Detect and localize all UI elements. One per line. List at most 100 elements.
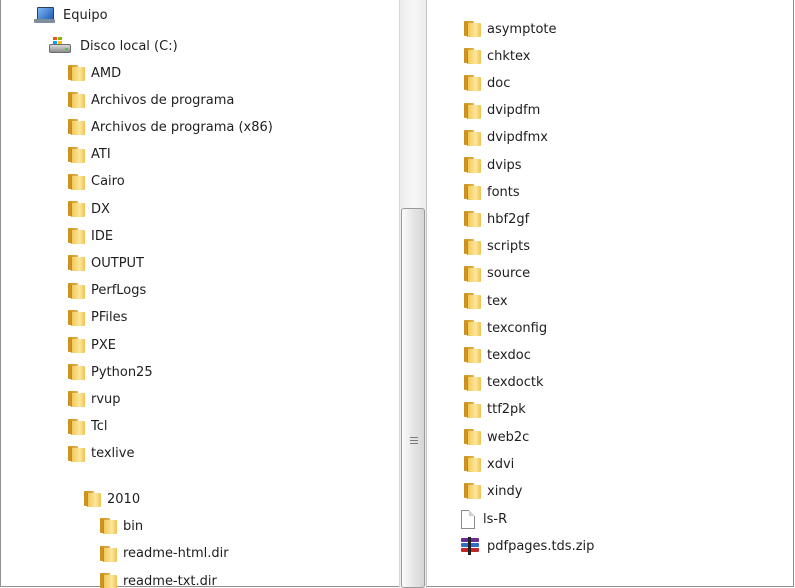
file-list-folder[interactable]: dvips — [462, 154, 522, 176]
folder-icon — [82, 491, 101, 507]
item-label: source — [487, 266, 531, 282]
item-label: PXE — [91, 337, 116, 353]
tree-item-folder[interactable]: readme-txt.dir — [98, 570, 217, 588]
item-label: ttf2pk — [487, 402, 526, 418]
item-label: fonts — [487, 184, 520, 200]
item-label: ATI — [91, 147, 111, 163]
folder-icon — [66, 228, 85, 245]
item-label: scripts — [487, 239, 530, 255]
item-label: rvup — [91, 391, 121, 407]
tree-item-folder[interactable]: readme-html.dir — [98, 543, 229, 565]
item-label: dvipdfmx — [487, 130, 548, 146]
file-list-folder[interactable]: dvipdfm — [462, 100, 540, 122]
tree-item-folder[interactable]: texlive — [66, 443, 134, 465]
file-list-folder[interactable]: doc — [462, 72, 510, 94]
folder-icon — [66, 309, 85, 326]
file-list-file[interactable]: pdfpages.tds.zip — [460, 535, 594, 557]
folder-icon — [462, 129, 481, 146]
item-label: bin — [123, 518, 144, 534]
folder-icon — [462, 157, 481, 173]
item-label: Archivos de programa — [91, 92, 235, 108]
tree-item-folder[interactable]: bin — [98, 515, 143, 537]
file-list-folder[interactable]: web2c — [462, 426, 529, 448]
file-list-folder[interactable]: fonts — [462, 181, 520, 203]
file-list-folder[interactable]: xdvi — [462, 453, 514, 475]
folder-icon — [66, 418, 85, 435]
item-label: dvips — [487, 157, 522, 173]
tree-item-folder[interactable]: rvup — [66, 388, 121, 410]
file-list-folder[interactable]: chktex — [462, 45, 530, 67]
tree-item-folder[interactable]: Cairo — [66, 171, 125, 193]
folder-icon — [462, 75, 481, 92]
item-label: tex — [487, 293, 508, 309]
folder-icon — [66, 391, 85, 408]
folder-icon — [66, 445, 85, 462]
file-list-folder[interactable]: texconfig — [462, 317, 547, 339]
item-label: IDE — [91, 228, 114, 244]
item-label: texdoc — [487, 347, 531, 363]
file-list-folder[interactable]: scripts — [462, 236, 530, 258]
item-label: PFiles — [91, 310, 128, 326]
tree-item-folder[interactable]: Tcl — [66, 416, 108, 438]
folder-icon — [462, 184, 481, 201]
file-list-folder[interactable]: dvipdfmx — [462, 127, 548, 149]
tree-item-folder[interactable]: PXE — [66, 334, 116, 356]
folder-icon — [462, 102, 481, 119]
file-list-folder[interactable]: ttf2pk — [462, 399, 526, 421]
item-label: asymptote — [487, 21, 557, 37]
item-label: DX — [91, 201, 110, 217]
item-label: readme-txt.dir — [123, 573, 217, 588]
scrollbar-thumb[interactable] — [401, 208, 425, 588]
navigation-scrollbar[interactable] — [399, 0, 427, 588]
folder-icon — [66, 65, 85, 81]
folder-icon — [66, 255, 85, 272]
folder-icon — [66, 146, 85, 163]
folder-icon — [66, 337, 85, 353]
file-list-folder[interactable]: hbf2gf — [462, 208, 529, 230]
hard-drive-icon — [49, 37, 73, 55]
item-label: dvipdfm — [487, 103, 541, 119]
item-label: web2c — [487, 429, 530, 445]
tree-item-folder[interactable]: PFiles — [66, 307, 127, 329]
folder-icon — [66, 92, 85, 109]
tree-item-folder[interactable]: Python25 — [66, 361, 153, 383]
folder-icon — [462, 401, 481, 418]
tree-item-folder[interactable]: DX — [66, 198, 110, 220]
folder-icon — [66, 119, 85, 136]
folder-icon — [462, 429, 481, 445]
tree-item-folder[interactable]: PerfLogs — [66, 280, 146, 302]
tree-item-folder[interactable]: Archivos de programa — [66, 89, 234, 111]
file-list-file[interactable]: ls-R — [460, 508, 507, 530]
folder-icon — [462, 238, 481, 255]
file-list-folder[interactable]: asymptote — [462, 18, 557, 40]
file-list-folder[interactable]: texdoctk — [462, 372, 544, 394]
item-label: texlive — [91, 446, 135, 462]
tree-item-folder[interactable]: Archivos de programa (x86) — [66, 116, 273, 138]
item-label: texconfig — [487, 320, 548, 336]
folder-icon — [462, 483, 481, 500]
tree-item-folder[interactable]: ATI — [66, 144, 111, 166]
tree-item-computer[interactable]: Equipo — [34, 4, 108, 26]
file-list-folder[interactable]: xindy — [462, 480, 523, 502]
folder-icon — [66, 282, 85, 299]
item-label: Disco local (C:) — [80, 38, 178, 54]
tree-item-drive[interactable]: Disco local (C:) — [49, 35, 178, 57]
file-list-folder[interactable]: tex — [462, 290, 508, 312]
file-list-folder[interactable]: texdoc — [462, 344, 531, 366]
item-label: xdvi — [487, 456, 515, 472]
tree-item-folder[interactable]: IDE — [66, 225, 113, 247]
folder-icon — [66, 364, 85, 381]
file-list-pane: asymptote chktex doc dvipdfm dvipdfmx dvips fo… — [428, 0, 794, 588]
folder-icon — [66, 173, 85, 190]
item-label: hbf2gf — [487, 211, 530, 227]
folder-icon — [462, 456, 481, 473]
tree-item-folder[interactable]: OUTPUT — [66, 252, 144, 274]
item-label: chktex — [487, 48, 531, 64]
folder-icon — [462, 293, 481, 309]
tree-item-folder[interactable]: 2010 — [82, 488, 140, 510]
item-label: 2010 — [107, 491, 141, 507]
item-label: Tcl — [91, 419, 108, 435]
tree-item-folder[interactable]: AMD — [66, 62, 121, 84]
file-list-folder[interactable]: source — [462, 263, 530, 285]
folder-icon — [462, 48, 481, 65]
